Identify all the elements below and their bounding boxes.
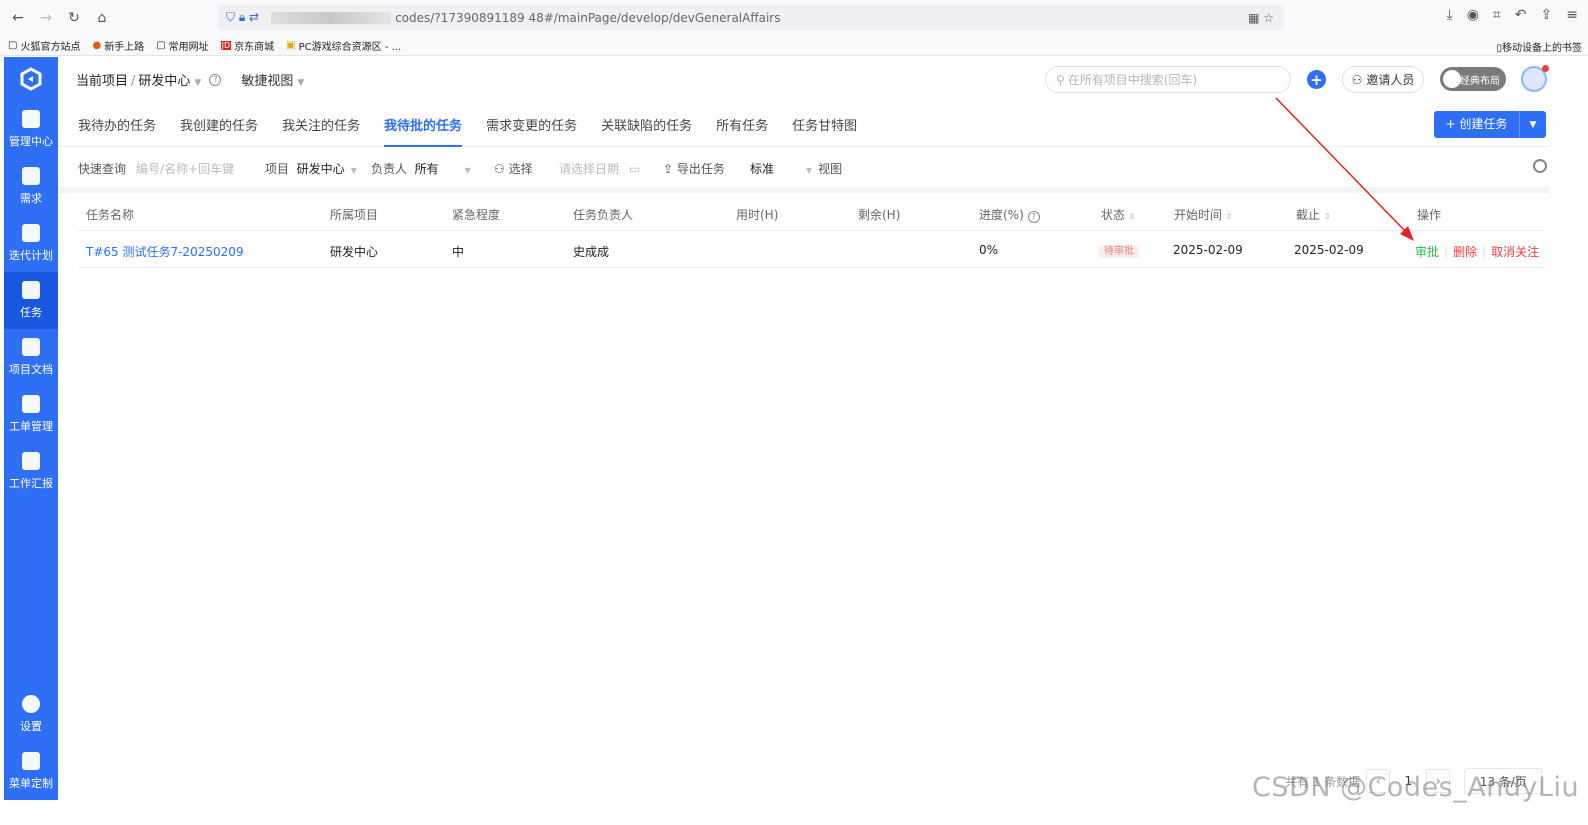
annotation-arrow xyxy=(1275,97,1414,241)
watermark: CSDN @Codes_AndyLiu xyxy=(1252,772,1580,803)
